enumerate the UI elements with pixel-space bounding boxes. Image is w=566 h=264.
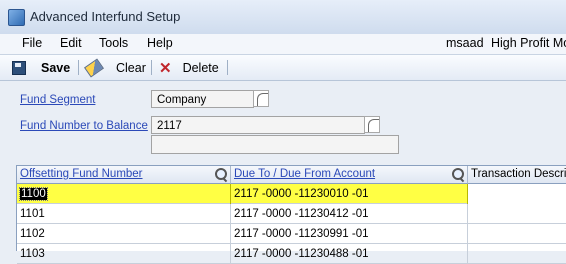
table-row[interactable]: 1100 2117 -0000 -11230010 -01 bbox=[17, 184, 566, 204]
window-title: Advanced Interfund Setup bbox=[30, 9, 181, 24]
save-button[interactable]: Save bbox=[12, 59, 70, 77]
fund-number-link[interactable]: Fund Number to Balance bbox=[20, 120, 148, 132]
fund-cell[interactable]: 1101 bbox=[17, 204, 231, 224]
menu-help[interactable]: Help bbox=[147, 36, 173, 50]
app-icon bbox=[8, 9, 25, 26]
lookup-magnifier-icon[interactable] bbox=[451, 167, 465, 181]
header-form: Fund Segment Company Fund Number to Bala… bbox=[0, 81, 566, 163]
fund-segment-lookup-icon[interactable] bbox=[253, 90, 269, 107]
toolbar-separator bbox=[78, 60, 79, 75]
col-header-transaction-description[interactable]: Transaction Descript bbox=[468, 166, 566, 184]
description-cell[interactable] bbox=[468, 184, 566, 204]
table-row[interactable]: 1101 2117 -0000 -11230412 -01 bbox=[17, 204, 566, 224]
col-header-offsetting-fund[interactable]: Offsetting Fund Number bbox=[17, 166, 231, 184]
toolbar: Save Clear ✕ Delete bbox=[0, 55, 566, 81]
fund-description-field bbox=[151, 135, 399, 154]
menu-tools[interactable]: Tools bbox=[99, 36, 128, 50]
table-row[interactable]: 1102 2117 -0000 -11230991 -01 bbox=[17, 224, 566, 244]
account-cell[interactable]: 2117 -0000 -11230010 -01 bbox=[231, 184, 468, 204]
save-icon bbox=[12, 61, 26, 75]
delete-button[interactable]: ✕ Delete bbox=[159, 59, 219, 77]
description-cell[interactable] bbox=[468, 224, 566, 244]
menu-edit[interactable]: Edit bbox=[60, 36, 82, 50]
interfund-grid: Offsetting Fund Number Due To / Due From… bbox=[16, 165, 566, 264]
title-bar: Advanced Interfund Setup bbox=[0, 0, 566, 34]
account-cell[interactable]: 2117 -0000 -11230991 -01 bbox=[231, 224, 468, 244]
description-cell[interactable] bbox=[468, 244, 566, 264]
fund-segment-link[interactable]: Fund Segment bbox=[20, 94, 95, 106]
col-header-due-account[interactable]: Due To / Due From Account bbox=[231, 166, 468, 184]
eraser-icon bbox=[84, 58, 104, 78]
fund-number-field[interactable]: 2117 bbox=[151, 116, 365, 134]
delete-x-icon: ✕ bbox=[159, 59, 172, 77]
company-name: High Profit Mo bbox=[491, 36, 566, 50]
description-cell[interactable] bbox=[468, 204, 566, 224]
fund-number-lookup-icon[interactable] bbox=[364, 116, 380, 133]
fund-cell[interactable]: 1102 bbox=[17, 224, 231, 244]
toolbar-separator bbox=[227, 60, 228, 75]
account-cell[interactable]: 2117 -0000 -11230412 -01 bbox=[231, 204, 468, 224]
user-name: msaad bbox=[446, 36, 484, 50]
clear-button[interactable]: Clear bbox=[84, 58, 146, 78]
fund-cell[interactable]: 1100 bbox=[17, 184, 231, 204]
menu-file[interactable]: File bbox=[22, 36, 42, 50]
fund-cell[interactable]: 1103 bbox=[17, 244, 231, 264]
fund-segment-field[interactable]: Company bbox=[151, 90, 254, 108]
toolbar-separator bbox=[151, 60, 152, 75]
menu-bar: File Edit Tools Help msaad High Profit M… bbox=[0, 34, 566, 55]
account-cell[interactable]: 2117 -0000 -11230488 -01 bbox=[231, 244, 468, 264]
lookup-magnifier-icon[interactable] bbox=[214, 167, 228, 181]
table-row[interactable]: 1103 2117 -0000 -11230488 -01 bbox=[17, 244, 566, 264]
